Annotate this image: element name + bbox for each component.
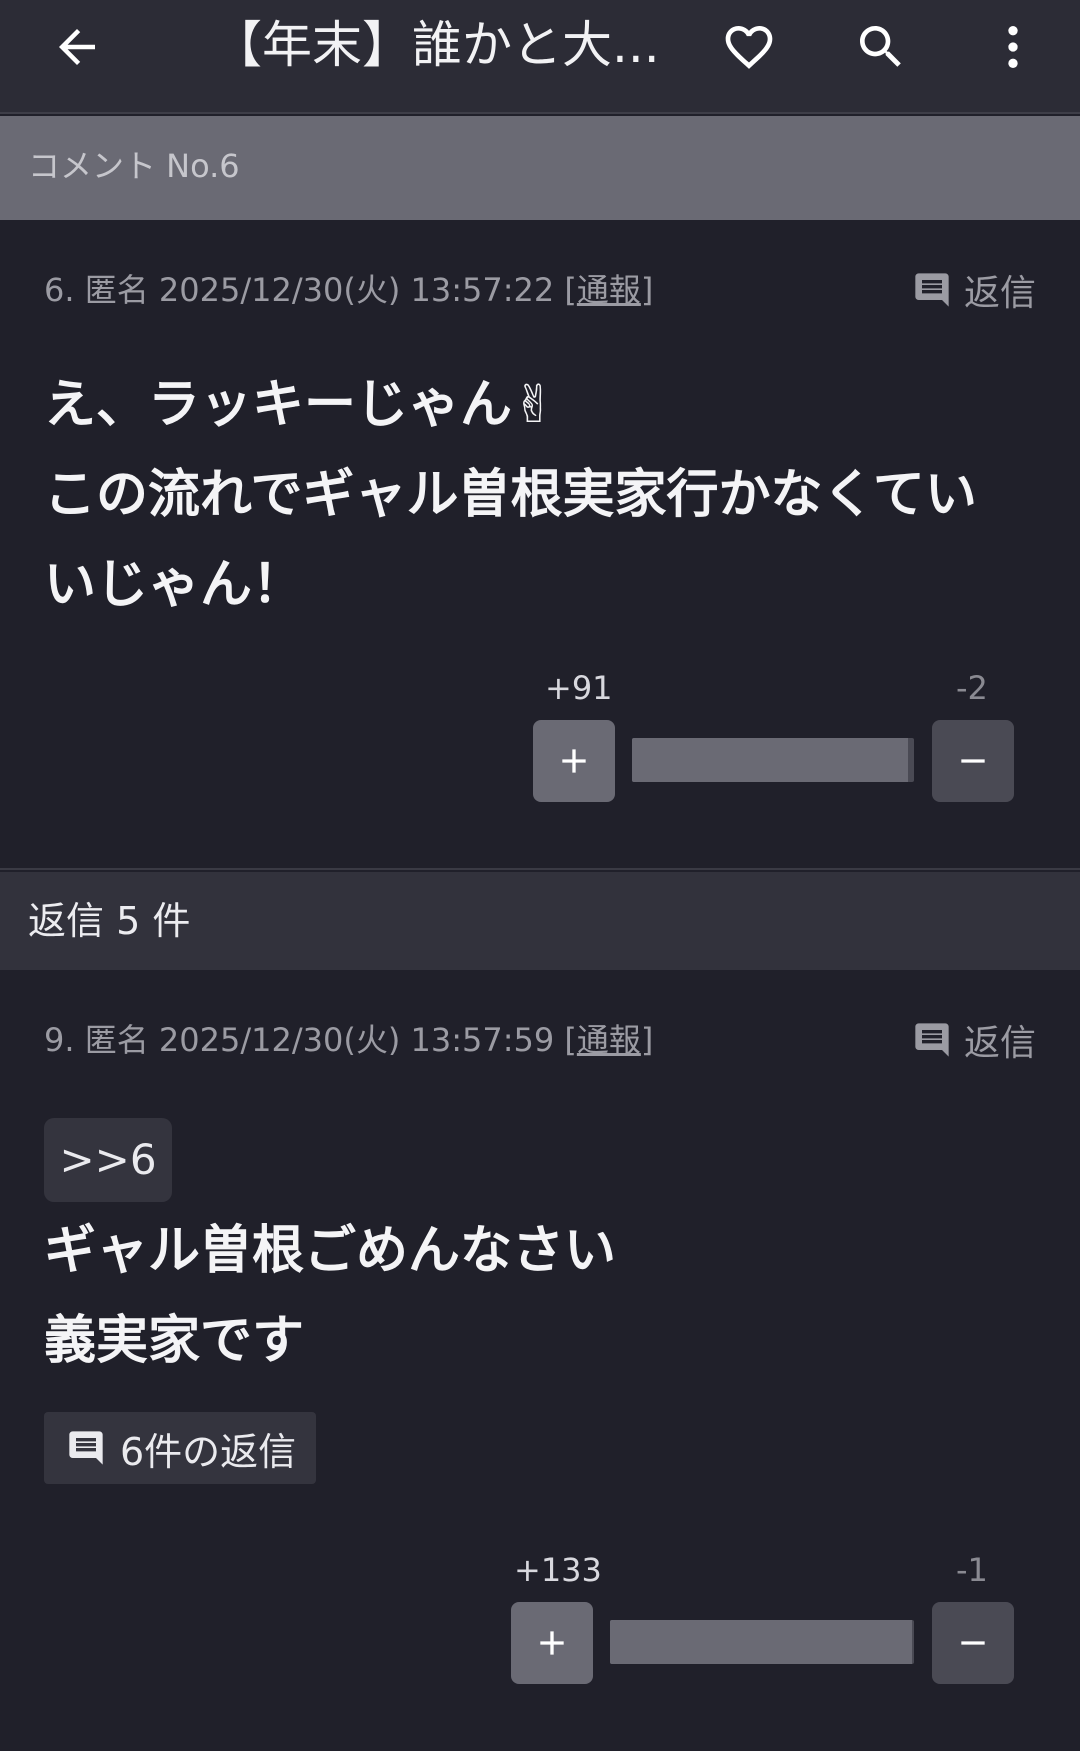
comment-number-header: コメント No.6 bbox=[0, 116, 1080, 220]
report-bracket-close: ] bbox=[640, 1021, 654, 1059]
comment-line: いじゃん！ bbox=[44, 555, 305, 615]
comment-icon bbox=[69, 1431, 103, 1465]
plus-icon bbox=[562, 749, 586, 773]
comment-line: この流れでギャル曽根実家行かなくてい bbox=[44, 465, 977, 525]
report-bracket-open: [ bbox=[564, 1021, 577, 1059]
plus-count: +133 bbox=[514, 1551, 602, 1589]
plus-icon bbox=[540, 1631, 564, 1655]
replies-count-label: 返信 5 件 bbox=[28, 899, 191, 943]
comment-number: 9. bbox=[44, 1021, 75, 1059]
plus-count: +91 bbox=[545, 669, 613, 707]
vote-ratio-bar bbox=[610, 1620, 914, 1664]
back-button[interactable] bbox=[40, 10, 114, 84]
search-button[interactable] bbox=[844, 10, 918, 84]
comment-number-label: コメント No.6 bbox=[28, 147, 240, 185]
reply-label: 返信 bbox=[963, 1023, 1036, 1064]
reply-button[interactable]: 返信 bbox=[912, 1015, 1036, 1065]
reply-label: 返信 bbox=[963, 273, 1036, 314]
comment-icon bbox=[915, 273, 949, 307]
view-replies-button[interactable]: 6件の返信 bbox=[44, 1412, 316, 1484]
anchor-link[interactable]: >>6 bbox=[44, 1118, 172, 1202]
search-icon bbox=[860, 26, 901, 67]
comment-meta: 9. 匿名 2025/12/30(火) 13:57:59 [通報] bbox=[44, 1018, 653, 1062]
comment-line: ギャル曽根ごめんなさい bbox=[44, 1221, 617, 1281]
vote-ratio-fill bbox=[632, 738, 908, 782]
vote-ratio-fill bbox=[610, 1620, 912, 1664]
report-bracket-open: [ bbox=[564, 271, 577, 309]
more-menu-button[interactable] bbox=[976, 10, 1050, 84]
replies-header: 返信 5 件 bbox=[0, 872, 1080, 970]
minus-icon bbox=[961, 1641, 985, 1645]
app-bar: 【年末】誰かと大... bbox=[0, 0, 1080, 114]
comment-body: え、ラッキーじゃん✌ この流れでギャル曽根実家行かなくてい いじゃん！ bbox=[44, 360, 1044, 630]
plus-vote-button[interactable] bbox=[533, 720, 615, 802]
report-bracket-close: ] bbox=[640, 271, 654, 309]
report-link[interactable]: 通報 bbox=[577, 1021, 641, 1059]
minus-icon bbox=[961, 759, 985, 763]
reply-button[interactable]: 返信 bbox=[912, 265, 1036, 315]
minus-count: -2 bbox=[956, 669, 988, 707]
more-vert-icon bbox=[1008, 26, 1018, 68]
comment-body: ギャル曽根ごめんなさい 義実家です bbox=[44, 1206, 1044, 1386]
report-link[interactable]: 通報 bbox=[577, 271, 641, 309]
comment-icon bbox=[915, 1023, 949, 1057]
comment-timestamp: 2025/12/30(火) 13:57:22 bbox=[158, 271, 555, 309]
minus-count: -1 bbox=[956, 1551, 988, 1589]
comment-meta: 6. 匿名 2025/12/30(火) 13:57:22 [通報] bbox=[44, 268, 653, 312]
comment-author: 匿名 bbox=[84, 1021, 149, 1059]
vote-ratio-bar bbox=[632, 738, 914, 782]
minus-vote-button[interactable] bbox=[932, 720, 1014, 802]
comment-line: 義実家です bbox=[44, 1311, 305, 1371]
plus-vote-button[interactable] bbox=[511, 1602, 593, 1684]
comment-number: 6. bbox=[44, 271, 75, 309]
minus-vote-button[interactable] bbox=[932, 1602, 1014, 1684]
page-title: 【年末】誰かと大... bbox=[212, 16, 660, 74]
heart-outline-icon bbox=[725, 26, 773, 69]
comment-author: 匿名 bbox=[84, 271, 149, 309]
divider bbox=[0, 868, 1080, 870]
comment-timestamp: 2025/12/30(火) 13:57:59 bbox=[158, 1021, 555, 1059]
arrow-left-icon bbox=[59, 29, 95, 65]
favorite-button[interactable] bbox=[712, 10, 786, 84]
comment-line: え、ラッキーじゃん✌ bbox=[44, 375, 556, 435]
view-replies-label: 6件の返信 bbox=[120, 1429, 297, 1474]
